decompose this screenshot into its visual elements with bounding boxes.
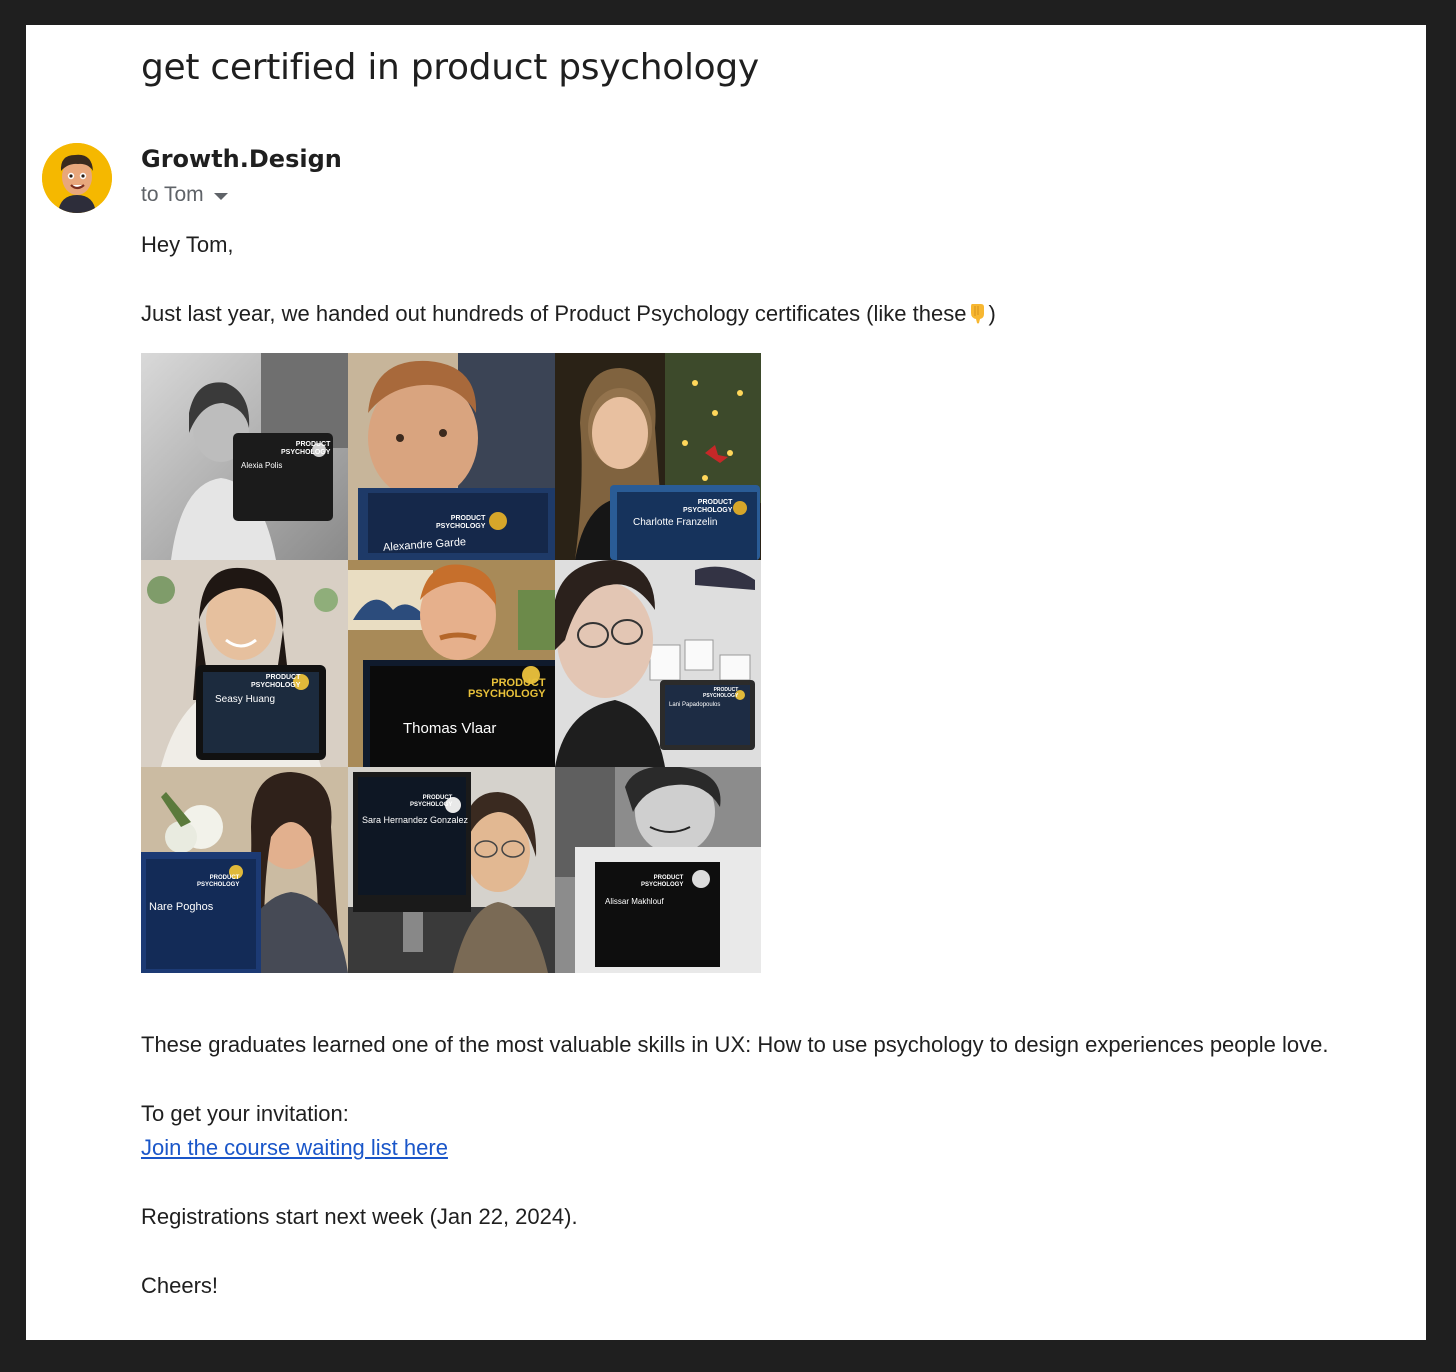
registration-line: Registrations start next week (Jan 22, 2…: [141, 1204, 578, 1229]
graduate-photo: PRODUCT PSYCHOLOGY Alissar Makhlouf: [555, 767, 761, 973]
join-waiting-list-link[interactable]: Join the course waiting list here: [141, 1135, 448, 1161]
certificate-title: PRODUCT PSYCHOLOGY: [251, 674, 301, 689]
certificate-title: PRODUCT PSYCHOLOGY: [641, 875, 684, 888]
sender-avatar[interactable]: [42, 143, 112, 213]
invite-line: To get your invitation:: [141, 1101, 349, 1126]
certificate-title: PRODUCT PSYCHOLOGY: [703, 687, 739, 699]
certificate-name: Lani Papadopoulos: [669, 702, 721, 708]
recipient-details-toggle[interactable]: to Tom: [141, 183, 228, 207]
graduate-photo: PRODUCT PSYCHOLOGY Charlotte Franzelin: [555, 353, 761, 560]
graduate-photo: PRODUCT PSYCHOLOGY Thomas Vlaar: [348, 560, 555, 767]
certificate-name: Charlotte Franzelin: [633, 517, 718, 528]
certificate-title: PRODUCT PSYCHOLOGY: [410, 795, 453, 808]
intro-text: Just last year, we handed out hundreds o…: [141, 301, 967, 326]
graduate-photo: PRODUCT PSYCHOLOGY Sara Hernandez Gonzal…: [348, 767, 555, 973]
certificate-photo-collage: PRODUCT PSYCHOLOGY Alexia Polis PRODUCT …: [141, 353, 761, 973]
certificate-name: Nare Poghos: [149, 901, 214, 913]
certificate-name: Seasy Huang: [215, 694, 276, 705]
intro-text-close: ): [988, 301, 996, 326]
graduate-photo: PRODUCT PSYCHOLOGY Alexandre Garde: [348, 353, 555, 560]
recipient-label: to Tom: [141, 183, 204, 206]
graduates-paragraph: These graduates learned one of the most …: [141, 1032, 1329, 1057]
intro-paragraph: Just last year, we handed out hundreds o…: [141, 301, 996, 327]
certificate-title: PRODUCT PSYCHOLOGY: [683, 499, 733, 514]
graduate-photo: PRODUCT PSYCHOLOGY Alexia Polis: [141, 353, 348, 560]
greeting: Hey Tom,: [141, 232, 234, 257]
certificate-title: PRODUCT PSYCHOLOGY: [436, 515, 486, 530]
certificate-title: PRODUCT PSYCHOLOGY: [281, 441, 331, 456]
graduate-photo: PRODUCT PSYCHOLOGY Lani Papadopoulos: [555, 560, 761, 767]
graduate-photo: PRODUCT PSYCHOLOGY Seasy Huang: [141, 560, 348, 767]
certificate-name: Thomas Vlaar: [403, 720, 497, 737]
signoff: Cheers!: [141, 1273, 219, 1298]
certificate-name: Alissar Makhlouf: [605, 897, 664, 906]
certificate-name: Sara Hernandez Gonzalez: [362, 815, 469, 825]
email-subject: get certified in product psychology: [141, 47, 759, 88]
caret-down-icon: [213, 192, 228, 200]
sender-name[interactable]: Growth.Design: [141, 145, 342, 173]
cartoon-face-avatar-icon: [42, 143, 112, 213]
certificate-title: PRODUCT PSYCHOLOGY: [197, 875, 240, 888]
pointing-down-emoji-icon: [966, 302, 988, 324]
certificate-name: Alexia Polis: [241, 461, 283, 470]
graduate-photo: PRODUCT PSYCHOLOGY Nare Poghos: [141, 767, 348, 973]
certificate-title: PRODUCT PSYCHOLOGY: [468, 677, 546, 700]
email-message: get certified in product psychology Grow…: [26, 25, 1426, 1340]
